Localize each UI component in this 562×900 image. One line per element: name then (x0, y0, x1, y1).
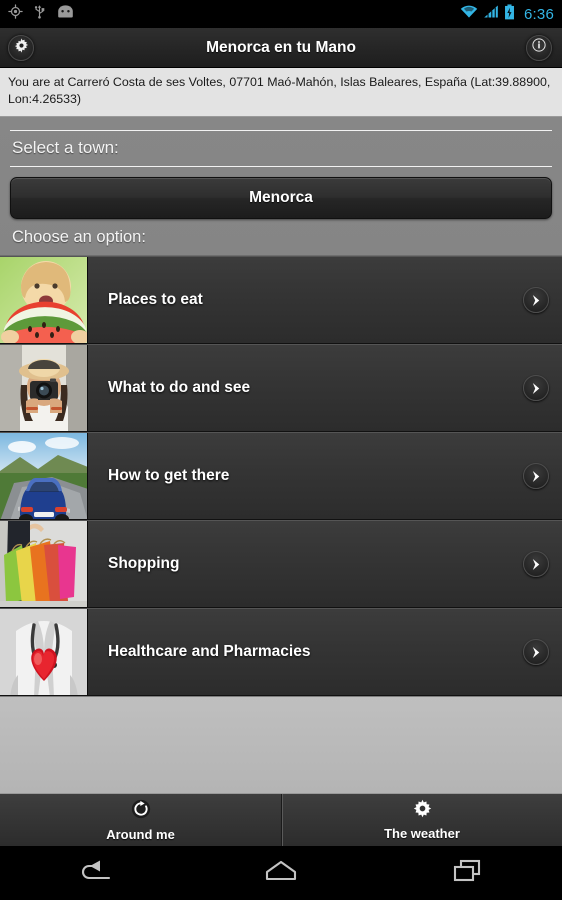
empty-area (0, 696, 562, 793)
bottom-tab-bar: Around me The weather (0, 793, 562, 846)
sun-gear-weather-icon (413, 799, 432, 823)
home-icon (262, 858, 300, 889)
town-spinner[interactable]: Menorca (10, 177, 552, 219)
divider-bottom (10, 166, 552, 167)
status-bar-right-icons: 6:36 (460, 3, 554, 25)
status-bar-clock: 6:36 (524, 5, 554, 23)
gps-location-icon (8, 4, 23, 24)
gear-icon (14, 37, 29, 58)
list-item-label: Shopping (108, 555, 180, 572)
list-item-label: Places to eat (108, 291, 203, 308)
chevron-right-icon[interactable] (523, 287, 549, 313)
info-button[interactable] (526, 34, 552, 61)
list-item[interactable]: Places to eat (0, 256, 562, 344)
list-item[interactable]: What to do and see (0, 344, 562, 432)
usb-icon (33, 4, 46, 24)
tab-around-me[interactable]: Around me (0, 794, 281, 846)
chevron-right-icon[interactable] (523, 375, 549, 401)
list-item[interactable]: Shopping (0, 520, 562, 608)
child-eating-watermelon-photo (0, 257, 88, 343)
status-bar: 6:36 (0, 0, 562, 28)
status-bar-left-icons (8, 4, 75, 24)
info-icon (532, 38, 546, 57)
app-screen: 6:36 Menorca en tu Mano You are at Carre… (0, 0, 562, 900)
choose-option-label: Choose an option: (12, 228, 146, 246)
chevron-right-icon[interactable] (523, 551, 549, 577)
action-bar: Menorca en tu Mano (0, 28, 562, 68)
select-town-label: Select a town: (12, 138, 119, 157)
options-list: Places to eat What to do and see How to … (0, 255, 562, 696)
list-item[interactable]: How to get there (0, 432, 562, 520)
chevron-right-icon[interactable] (523, 463, 549, 489)
colorful-shopping-bags-photo (0, 521, 88, 607)
chevron-right-icon[interactable] (523, 639, 549, 665)
android-robot-icon (56, 4, 75, 24)
recents-icon (449, 858, 487, 889)
wifi-icon (460, 4, 478, 24)
doctor-holding-red-heart-photo (0, 609, 88, 695)
list-item[interactable]: Healthcare and Pharmacies (0, 608, 562, 696)
cellular-signal-icon (483, 4, 499, 24)
settings-button[interactable] (8, 34, 34, 61)
tab-around-me-label: Around me (106, 826, 175, 842)
back-icon (75, 858, 113, 889)
battery-charging-icon (504, 3, 515, 25)
recents-button[interactable] (433, 851, 503, 895)
android-nav-bar (0, 846, 562, 900)
page-title: Menorca en tu Mano (206, 38, 356, 56)
back-button[interactable] (59, 851, 129, 895)
blue-car-on-road-photo (0, 433, 88, 519)
list-item-label: What to do and see (108, 379, 251, 396)
tab-the-weather[interactable]: The weather (281, 794, 562, 846)
tab-the-weather-label: The weather (384, 826, 460, 841)
list-item-label: How to get there (108, 467, 230, 484)
selection-section: Select a town: Menorca Choose an option: (0, 117, 562, 255)
home-button[interactable] (246, 851, 316, 895)
woman-with-camera-photo (0, 345, 88, 431)
location-banner: You are at Carreró Costa de ses Voltes, … (0, 68, 562, 117)
list-item-label: Healthcare and Pharmacies (108, 643, 311, 660)
refresh-around-me-icon (131, 799, 151, 824)
